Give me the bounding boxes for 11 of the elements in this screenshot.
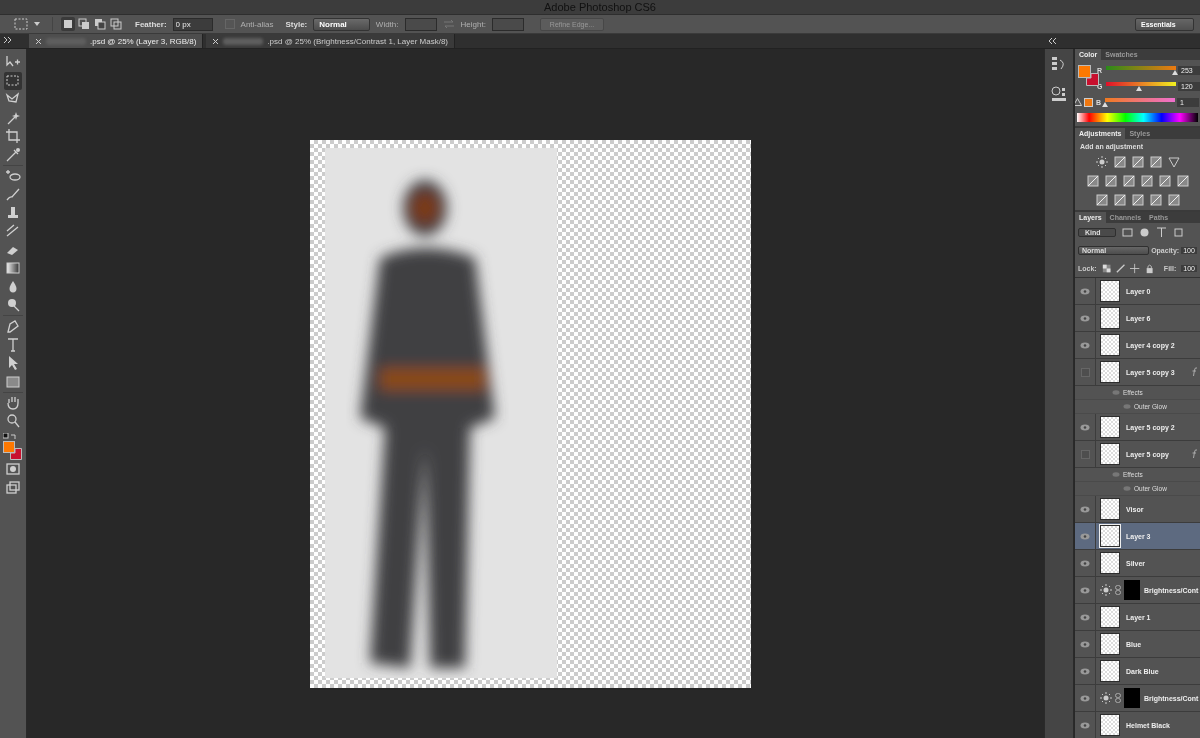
width-label: Width: [375, 19, 399, 29]
style-label: Style: [285, 19, 308, 29]
height-label: Height: [460, 19, 486, 29]
feather-field[interactable]: 0 px [172, 17, 213, 31]
feather-label: Feather: [135, 19, 167, 29]
tab-label: .psd @ 25% (Layer 3, RGB/8) [90, 36, 197, 46]
document-tab[interactable]: .psd @ 25% (Brightness/Contrast 1, Layer Mask/8) [206, 34, 456, 48]
anti-alias-label: Anti-alias [240, 19, 274, 29]
document-tab[interactable]: .psd @ 25% (Layer 3, RGB/8) [29, 34, 204, 48]
style-dropdown[interactable]: Normal [313, 17, 370, 31]
tab-label: .psd @ 25% (Brightness/Contrast 1, Layer Mask/8) [267, 36, 449, 46]
